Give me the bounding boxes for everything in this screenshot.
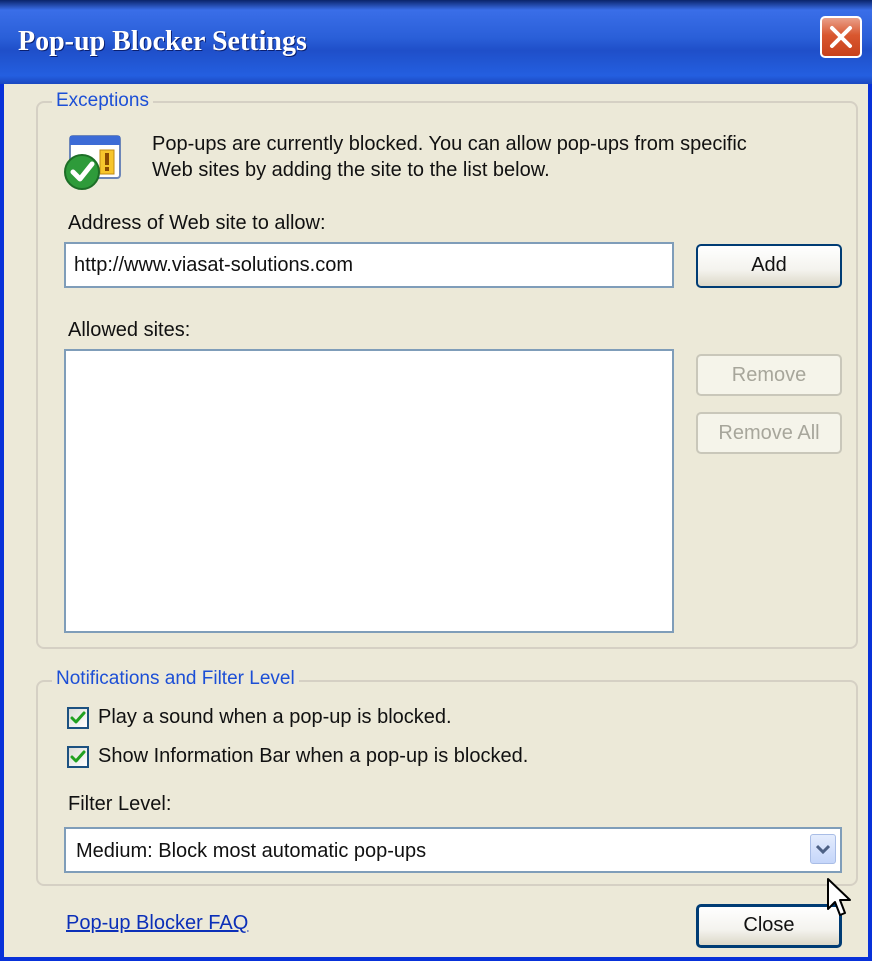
notifications-legend: Notifications and Filter Level	[52, 668, 299, 690]
remove-button[interactable]: Remove	[696, 354, 842, 396]
address-input[interactable]: http://www.viasat-solutions.com	[64, 242, 674, 288]
combo-dropdown-button[interactable]	[810, 834, 836, 864]
checkmark-icon	[70, 711, 86, 724]
faq-link[interactable]: Pop-up Blocker FAQ	[66, 912, 248, 935]
popup-blocker-settings-dialog: Pop-up Blocker Settings Exceptions Pop-u…	[0, 0, 872, 961]
remove-all-button[interactable]: Remove All	[696, 412, 842, 454]
add-button[interactable]: Add	[696, 244, 842, 288]
close-icon	[830, 26, 852, 48]
play-sound-label[interactable]: Play a sound when a pop-up is blocked.	[98, 706, 452, 729]
exceptions-legend: Exceptions	[52, 90, 153, 112]
exceptions-info-line1: Pop-ups are currently blocked. You can a…	[152, 133, 747, 155]
exceptions-info-line2: Web sites by adding the site to the list…	[152, 159, 550, 181]
title-close-button[interactable]	[820, 16, 862, 58]
allowed-sites-label: Allowed sites:	[68, 319, 191, 341]
window-title: Pop-up Blocker Settings	[18, 26, 307, 57]
shield-check-warning-icon	[60, 134, 126, 192]
play-sound-checkbox[interactable]	[67, 707, 89, 729]
address-label: Address of Web site to allow:	[68, 212, 326, 234]
filter-level-select[interactable]: Medium: Block most automatic pop-ups	[64, 827, 842, 873]
checkmark-icon	[70, 750, 86, 763]
info-bar-checkbox[interactable]	[67, 746, 89, 768]
chevron-down-icon	[816, 844, 830, 854]
allowed-sites-list[interactable]	[64, 349, 674, 633]
title-bar[interactable]: Pop-up Blocker Settings	[0, 0, 872, 84]
info-bar-label[interactable]: Show Information Bar when a pop-up is bl…	[98, 745, 528, 768]
close-button[interactable]: Close	[696, 904, 842, 948]
filter-level-value: Medium: Block most automatic pop-ups	[76, 840, 427, 862]
mouse-cursor-icon	[826, 877, 856, 921]
filter-level-label: Filter Level:	[68, 793, 172, 815]
